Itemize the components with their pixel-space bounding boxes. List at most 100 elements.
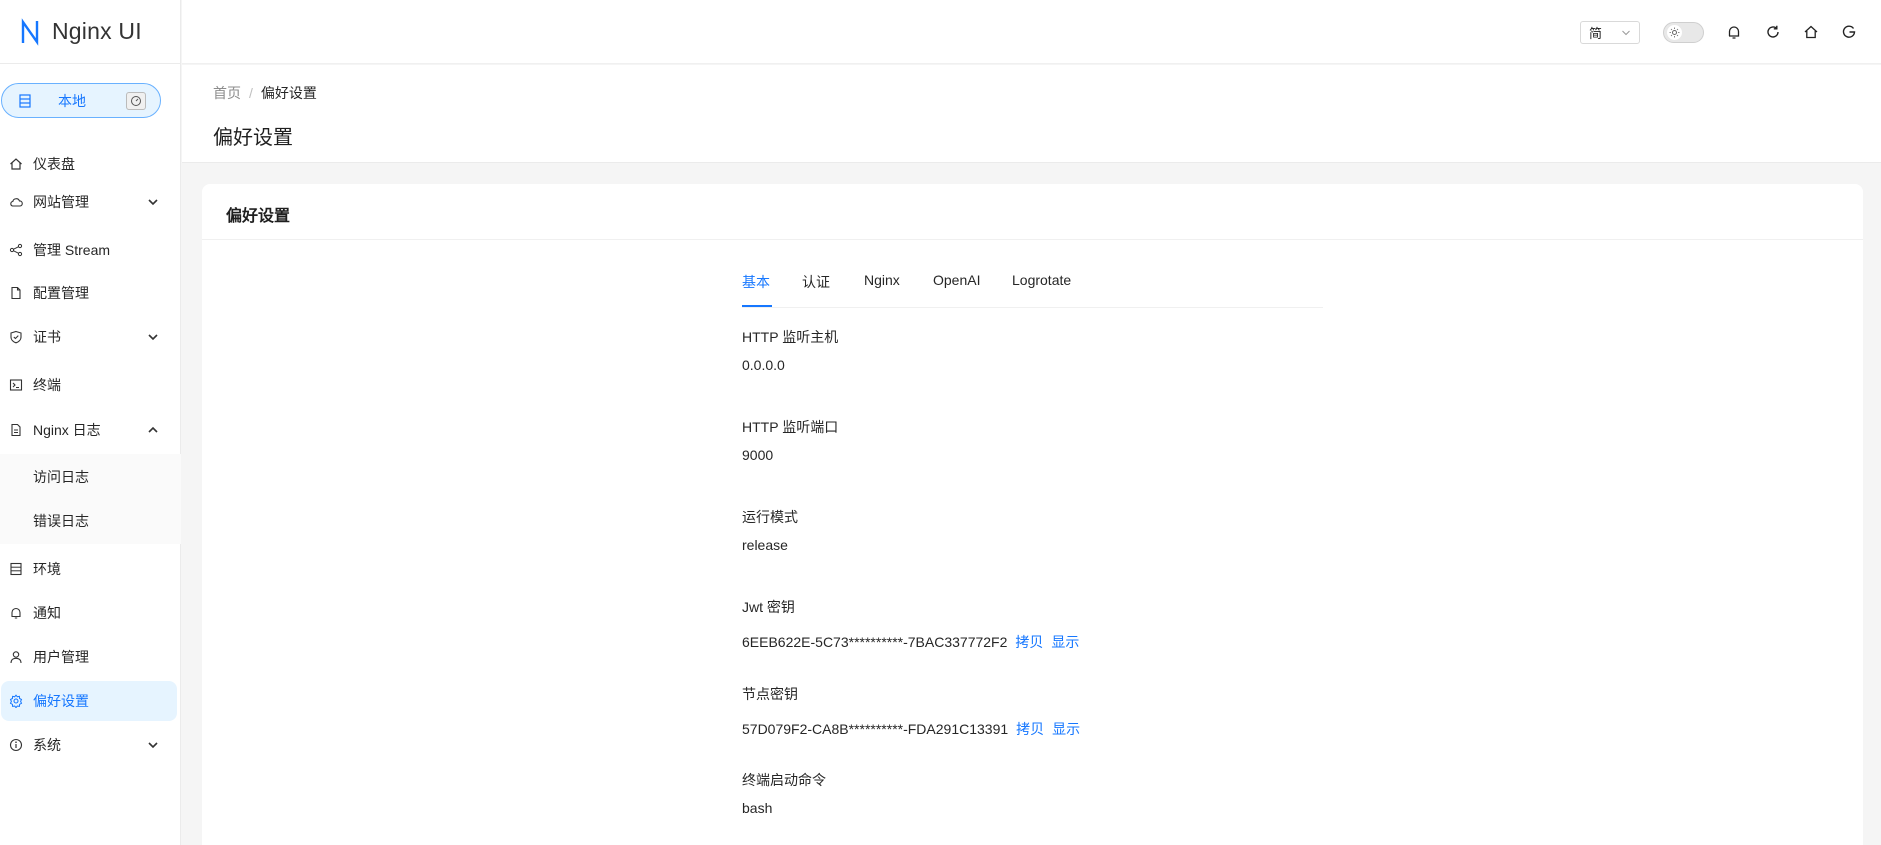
sun-icon [1667,25,1682,40]
home-icon [10,158,22,170]
server-icon [19,93,31,108]
field-label: HTTP 监听端口 [742,419,839,435]
terminal-icon [9,379,23,391]
sidebar-item-dashboard[interactable]: 仪表盘 [0,144,181,184]
field-value: 6EEB622E-5C73**********-7BAC337772F2 [742,634,1008,650]
chevron-down-icon [148,742,158,749]
info-icon [9,738,23,752]
tab-active-indicator [742,305,772,307]
copy-button[interactable]: 拷贝 [1015,634,1043,650]
field-http-host: HTTP 监听主机 0.0.0.0 [742,327,839,373]
field-http-port: HTTP 监听端口 9000 [742,417,839,463]
breadcrumb-home[interactable]: 首页 [213,85,241,101]
environment-switch[interactable]: 本地 [1,83,161,118]
sidebar-item-label: 网站管理 [33,194,89,210]
settings-card: 偏好设置 基本 认证 Nginx OpenAI Logrotate HTTP 监… [202,184,1863,845]
sidebar-item-certificates[interactable]: 证书 [0,317,181,357]
page-header: 首页 / 偏好设置 偏好设置 [182,65,1881,163]
bell-icon [11,607,21,619]
file-icon [11,286,21,300]
nginx-logo-icon [21,17,39,46]
sidebar-item-nginx-log[interactable]: Nginx 日志 [0,410,181,450]
tab-openai[interactable]: OpenAI [933,272,980,288]
reload-icon[interactable] [1765,24,1781,40]
show-button[interactable]: 显示 [1052,721,1080,737]
tab-nginx[interactable]: Nginx [864,272,900,288]
divider [202,239,1863,240]
sidebar-item-terminal[interactable]: 终端 [0,365,181,405]
sidebar-item-label: 偏好设置 [33,693,89,709]
card-title: 偏好设置 [226,208,291,225]
sidebar-item-error-log[interactable]: 错误日志 [0,501,181,541]
file-text-icon [11,423,21,437]
sidebar-item-label: 管理 Stream [33,242,111,258]
gear-icon [9,694,23,708]
sidebar-item-access-log[interactable]: 访问日志 [0,457,181,497]
breadcrumb: 首页 / 偏好设置 [213,83,317,103]
field-terminal-command: 终端启动命令 bash [742,770,826,816]
sidebar-item-system[interactable]: 系统 [0,725,181,765]
field-run-mode: 运行模式 release [742,507,798,553]
sidebar-item-stream[interactable]: 管理 Stream [0,230,181,270]
breadcrumb-current: 偏好设置 [260,85,317,101]
field-jwt-secret: Jwt 密钥 6EEB622E-5C73**********-7BAC33777… [742,597,1079,650]
field-value-row: 57D079F2-CA8B**********-FDA291C13391 拷贝 显示 [742,719,1080,739]
home-icon[interactable] [1803,24,1819,40]
sidebar: Nginx UI 本地 仪表盘 网站管理 管理 Stream 配置管理 证书 终 [0,0,181,845]
notification-bell-icon[interactable] [1726,24,1742,40]
sidebar-item-label: 通知 [33,605,61,621]
sidebar-item-users[interactable]: 用户管理 [0,637,181,677]
sidebar-item-label: 仪表盘 [33,156,75,172]
logout-icon[interactable] [1841,24,1857,40]
cloud-icon [10,198,23,207]
sidebar-item-label: 系统 [33,737,61,753]
settings-tabs: 基本 认证 Nginx OpenAI Logrotate [742,272,1323,308]
sidebar-item-label: 访问日志 [33,469,89,485]
share-icon [9,243,23,257]
sidebar-item-config[interactable]: 配置管理 [0,273,181,313]
field-label: 节点密钥 [742,686,798,702]
sidebar-item-preferences[interactable]: 偏好设置 [1,681,177,721]
sidebar-item-environment[interactable]: 环境 [0,549,181,589]
language-value: 简 [1589,26,1603,41]
sidebar-item-label: 证书 [33,329,61,345]
database-icon [10,562,22,576]
field-value: bash [742,800,773,816]
chevron-down-icon [1622,30,1630,36]
environment-label: 本地 [58,92,86,109]
shield-check-icon [10,330,22,344]
field-value: release [742,537,788,553]
language-select[interactable]: 简 [1580,21,1640,44]
chevron-down-icon [148,199,158,206]
sidebar-item-notifications[interactable]: 通知 [0,593,181,633]
sidebar-item-label: 终端 [33,377,61,393]
field-node-secret: 节点密钥 57D079F2-CA8B**********-FDA291C1339… [742,684,1080,737]
sidebar-item-label: 配置管理 [33,285,89,301]
page-title: 偏好设置 [213,127,293,149]
user-icon [10,651,22,664]
breadcrumb-separator: / [249,85,253,101]
show-button[interactable]: 显示 [1051,634,1079,650]
tab-logrotate[interactable]: Logrotate [1012,272,1071,288]
field-value: 9000 [742,447,774,463]
tab-auth[interactable]: 认证 [802,272,830,292]
chevron-down-icon [148,334,158,341]
tab-basic[interactable]: 基本 [742,272,770,292]
field-value-row: 6EEB622E-5C73**********-7BAC337772F2 拷贝 显示 [742,632,1079,652]
field-value: 57D079F2-CA8B**********-FDA291C13391 [742,721,1009,737]
field-label: 运行模式 [742,509,798,525]
copy-button[interactable]: 拷贝 [1016,721,1044,737]
sidebar-item-label: 用户管理 [33,649,89,665]
sidebar-item-label: 错误日志 [33,513,89,529]
app-name: Nginx UI [52,18,142,44]
sidebar-item-sites[interactable]: 网站管理 [0,182,181,222]
field-label: HTTP 监听主机 [742,329,839,345]
theme-toggle[interactable] [1663,22,1704,43]
sidebar-item-label: 环境 [33,561,61,577]
logo[interactable]: Nginx UI [0,0,180,64]
field-label: 终端启动命令 [742,772,826,788]
chevron-up-icon [148,426,158,433]
field-label: Jwt 密钥 [742,599,795,615]
dashboard-switch-icon[interactable] [126,92,146,110]
field-value: 0.0.0.0 [742,357,785,373]
